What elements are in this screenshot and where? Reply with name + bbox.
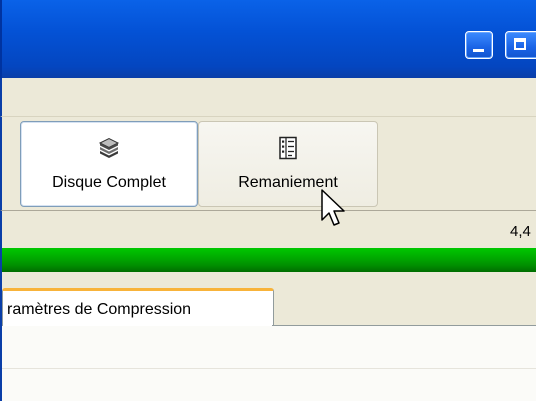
tab-strip: ramètres de Compression <box>0 272 536 326</box>
minimize-icon <box>473 49 484 52</box>
tab-label: ramètres de Compression <box>7 301 192 318</box>
remaniement-button[interactable]: Remaniement <box>198 121 378 207</box>
status-bar: 4,4 <box>0 210 536 248</box>
progress-bar <box>0 248 536 272</box>
disque-complet-button[interactable]: Disque Complet <box>20 121 198 207</box>
maximize-button[interactable] <box>505 31 536 59</box>
minimize-button[interactable] <box>465 31 493 59</box>
mouse-cursor-icon <box>321 189 345 226</box>
document-list-icon <box>279 136 297 160</box>
tab-content-panel <box>0 326 536 401</box>
tab-parametres-compression[interactable]: ramètres de Compression <box>2 288 274 326</box>
disque-complet-label: Disque Complet <box>52 174 166 191</box>
remaniement-label: Remaniement <box>238 174 338 191</box>
maximize-icon <box>514 38 526 50</box>
content-divider <box>2 368 536 369</box>
menu-bar <box>0 78 536 116</box>
status-value: 4,4 <box>510 223 531 240</box>
toolbar: Disque Complet Remaniement <box>0 116 536 210</box>
disk-stack-icon <box>98 137 120 158</box>
title-bar <box>0 0 536 78</box>
